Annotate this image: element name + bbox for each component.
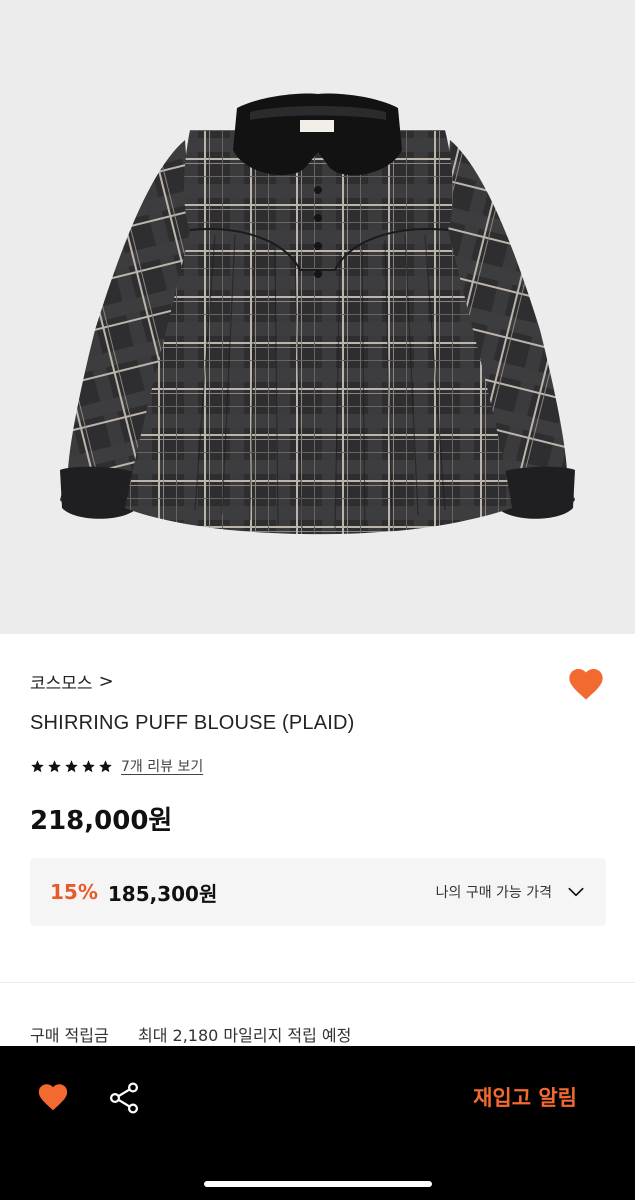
points-row: 구매 적립금 최대 2,180 마일리지 적립 예정: [30, 1022, 351, 1046]
star-icon: [82, 759, 95, 772]
points-label: 구매 적립금: [30, 1026, 109, 1045]
rating-row: 7개 리뷰 보기: [30, 754, 203, 778]
points-value: 최대 2,180 마일리지 적립 예정: [138, 1026, 352, 1045]
brand-link[interactable]: 코스모스 >: [30, 668, 114, 694]
brand-name: 코스모스: [30, 673, 93, 694]
chevron-down-icon: [568, 887, 584, 897]
product-name: SHIRRING PUFF BLOUSE (PLAID): [30, 712, 355, 734]
home-indicator[interactable]: [204, 1181, 432, 1187]
heart-icon: [569, 669, 603, 700]
plaid-blouse-image: [60, 93, 575, 535]
rating-stars: [30, 759, 113, 774]
review-link[interactable]: 7개 리뷰 보기: [121, 756, 203, 776]
bottom-wishlist-button[interactable]: [36, 1080, 70, 1114]
original-price: 218,000원: [30, 806, 173, 836]
share-button[interactable]: [106, 1080, 142, 1116]
heart-icon: [38, 1084, 68, 1111]
share-icon: [109, 1082, 139, 1114]
my-price-toggle[interactable]: 15% 185,300원 나의 구매 가능 가격: [30, 858, 606, 926]
sale-price: 185,300원: [107, 881, 218, 906]
my-price-label: 나의 구매 가능 가격: [435, 885, 552, 901]
wishlist-button[interactable]: [566, 664, 606, 704]
star-icon: [65, 759, 78, 772]
chevron-right-icon: >: [98, 670, 114, 692]
restock-alert-button[interactable]: 재입고 알림: [473, 1082, 577, 1112]
star-icon: [31, 759, 44, 772]
star-icon: [48, 759, 61, 772]
product-image[interactable]: [0, 0, 635, 634]
divider: [0, 982, 635, 983]
bottom-action-bar: [0, 1046, 635, 1200]
star-icon: [99, 759, 112, 772]
discount-rate: 15%: [50, 880, 98, 904]
